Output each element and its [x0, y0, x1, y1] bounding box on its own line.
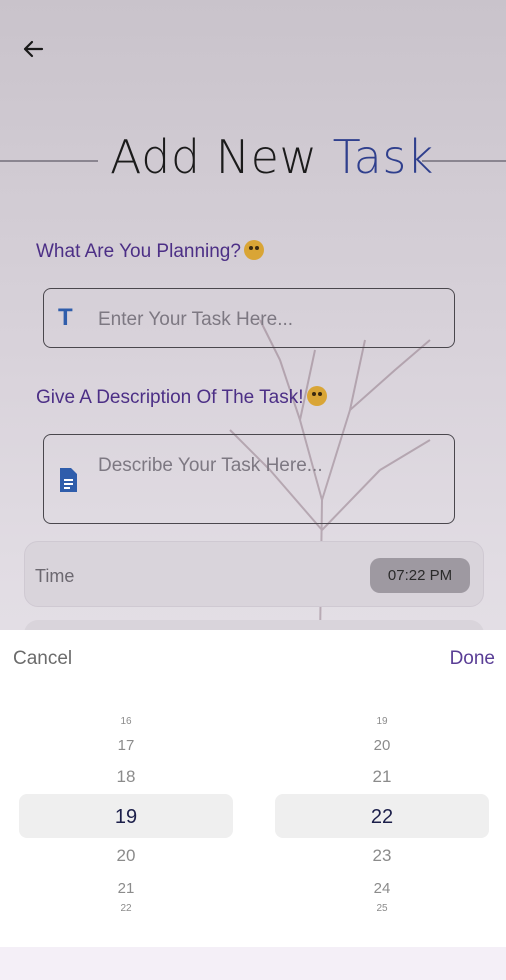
cancel-button[interactable]: Cancel	[13, 648, 72, 670]
minute-option[interactable]: 21	[275, 767, 489, 787]
back-button[interactable]	[16, 32, 50, 66]
hour-option[interactable]: 20	[19, 846, 233, 866]
text-format-icon: T	[58, 304, 73, 331]
document-icon	[58, 467, 78, 500]
arrow-left-icon	[23, 40, 44, 58]
minute-option[interactable]: 25	[275, 904, 489, 911]
time-label: Time	[35, 566, 75, 586]
minute-wheel[interactable]: 19 20 21 22 23 24 25	[275, 710, 489, 920]
description-input[interactable]: Describe Your Task Here...	[43, 434, 455, 524]
page-title-accent: Task	[332, 130, 434, 184]
description-placeholder: Describe Your Task Here...	[98, 455, 323, 476]
done-button[interactable]: Done	[450, 648, 495, 670]
minute-option[interactable]: 20	[275, 737, 489, 754]
task-title-input[interactable]: T Enter Your Task Here...	[43, 288, 455, 348]
hour-option-selected[interactable]: 19	[19, 806, 233, 829]
time-value-button[interactable]: 07:22 PM	[370, 558, 470, 593]
description-label: Give A Description Of The Task!	[36, 386, 327, 409]
task-title-placeholder: Enter Your Task Here...	[98, 309, 294, 330]
title-divider-left	[0, 160, 98, 162]
hour-option[interactable]: 21	[19, 880, 233, 897]
bottom-safe-area	[0, 947, 506, 980]
hour-option[interactable]: 18	[19, 767, 233, 787]
page-title: Add New Task	[110, 130, 434, 184]
time-picker-sheet: Cancel Done 16 17 18 19 20 21 22 19 20 2…	[0, 630, 506, 947]
emoji-icon	[243, 240, 264, 260]
hour-option[interactable]: 17	[19, 737, 233, 754]
minute-option[interactable]: 19	[275, 717, 489, 724]
minute-option[interactable]: 23	[275, 846, 489, 866]
hour-option[interactable]: 22	[19, 904, 233, 911]
minute-option-selected[interactable]: 22	[275, 806, 489, 829]
time-field[interactable]: Time 07:22 PM	[24, 541, 484, 607]
minute-option[interactable]: 24	[275, 880, 489, 897]
hour-wheel[interactable]: 16 17 18 19 20 21 22	[19, 710, 233, 920]
title-divider-right	[422, 160, 506, 162]
emoji-icon	[306, 386, 327, 406]
hour-option[interactable]: 16	[19, 717, 233, 724]
page-header: Add New Task	[0, 130, 506, 192]
task-title-label: What Are You Planning?	[36, 240, 264, 263]
